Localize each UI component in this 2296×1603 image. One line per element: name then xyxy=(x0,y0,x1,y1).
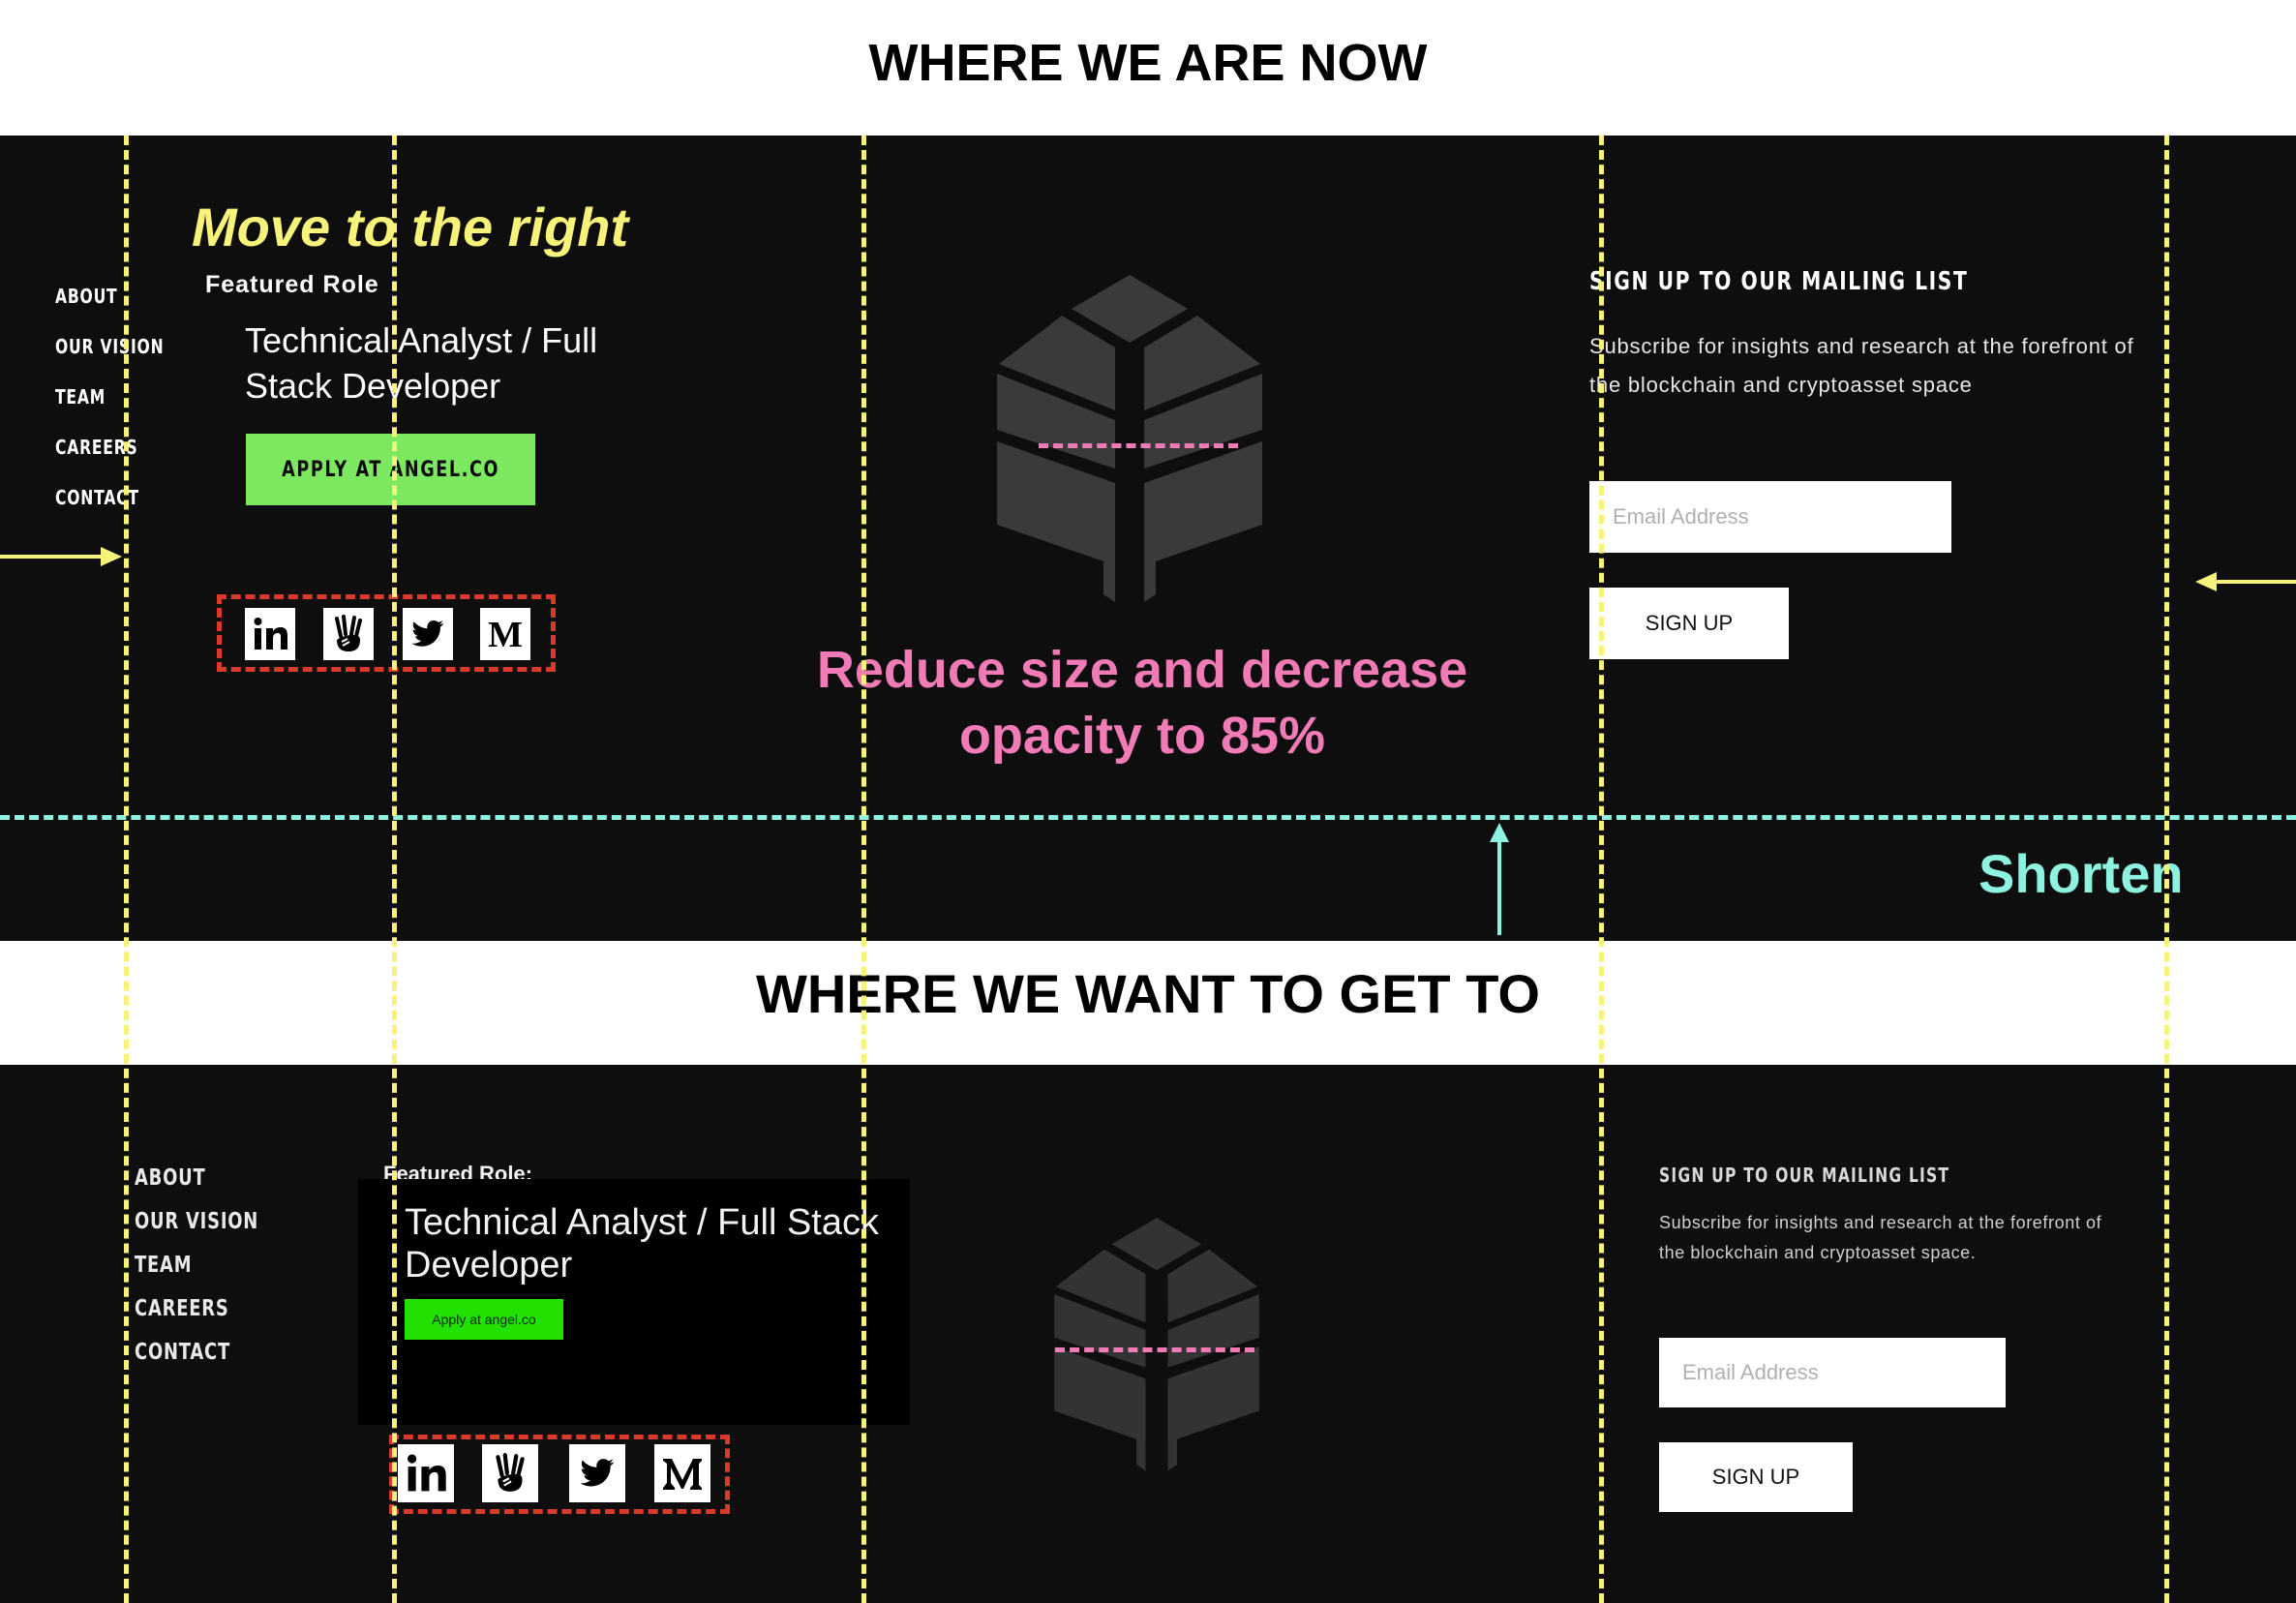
apply-at-angel-button[interactable]: APPLY AT ANGEL.CO xyxy=(246,434,535,505)
nav-link-team[interactable]: TEAM xyxy=(55,372,164,422)
target-footer-nav: ABOUT OUR VISION TEAM CAREERS CONTACT xyxy=(135,1157,293,1375)
mailing-list-title: SIGN UP TO OUR MAILING LIST xyxy=(1589,267,1969,296)
guide-line-vertical-1 xyxy=(124,136,129,1603)
guide-line-vertical-3 xyxy=(861,136,866,1603)
annotation-shorten: Shorten xyxy=(1979,843,2184,904)
featured-role-title-line-1: Technical Analyst / Full xyxy=(245,320,598,360)
target-mailing-list-description-line-1: Subscribe for insights and research at t… xyxy=(1659,1213,2102,1232)
target-featured-role-title: Technical Analyst / Full Stack Developer xyxy=(405,1201,879,1286)
heading-where-we-want-to-get-to: WHERE WE WANT TO GET TO xyxy=(756,963,1540,1024)
target-mailing-list-description-line-2: the blockchain and cryptoasset space. xyxy=(1659,1243,1977,1262)
nav-link-contact[interactable]: CONTACT xyxy=(55,472,164,523)
arrow-right-icon xyxy=(0,547,122,566)
target-featured-role-title-line-2: Developer xyxy=(405,1245,573,1285)
current-footer-panel: ABOUT OUR VISION TEAM CAREERS CONTACT Fe… xyxy=(0,136,2296,941)
sign-up-button[interactable]: SIGN UP xyxy=(1589,588,1789,659)
mailing-list-description-line-2: the blockchain and cryptoasset space xyxy=(1589,373,1973,397)
target-logo-size-guide-line xyxy=(1055,1347,1254,1352)
apply-at-angel-label: APPLY AT ANGEL.CO xyxy=(282,457,499,482)
mailing-list-description-line-1: Subscribe for insights and research at t… xyxy=(1589,334,2134,358)
annotation-reduce-size: Reduce size and decrease opacity to 85% xyxy=(736,637,1549,769)
target-apply-at-angel-label: Apply at angel.co xyxy=(432,1312,536,1327)
featured-role-label: Featured Role xyxy=(205,271,379,298)
target-apply-at-angel-button[interactable]: Apply at angel.co xyxy=(405,1299,563,1340)
target-nav-link-our-vision[interactable]: OUR VISION xyxy=(135,1200,258,1244)
target-nav-link-about[interactable]: ABOUT xyxy=(135,1157,258,1200)
target-nav-link-team[interactable]: TEAM xyxy=(135,1244,258,1287)
mailing-list-description: Subscribe for insights and research at t… xyxy=(1589,327,2134,405)
nav-link-about[interactable]: ABOUT xyxy=(55,271,164,321)
annotation-move-to-right: Move to the right xyxy=(192,197,629,257)
sign-up-label: SIGN UP xyxy=(1645,611,1734,635)
arrow-left-icon xyxy=(2195,572,2296,591)
logo-cube-icon xyxy=(997,275,1262,602)
guide-line-vertical-5 xyxy=(2164,136,2169,1603)
nav-link-our-vision[interactable]: OUR VISION xyxy=(55,321,164,372)
guide-line-vertical-4 xyxy=(1599,136,1604,1603)
heading-where-we-are-now: WHERE WE ARE NOW xyxy=(868,34,1428,92)
arrow-up-icon xyxy=(1490,823,1509,935)
featured-role-title-line-2: Stack Developer xyxy=(245,366,501,406)
target-nav-link-contact[interactable]: CONTACT xyxy=(135,1331,258,1375)
nav-link-careers[interactable]: CAREERS xyxy=(55,422,164,472)
target-mailing-list-title: SIGN UP TO OUR MAILING LIST xyxy=(1659,1164,1950,1187)
logo-size-guide-line xyxy=(1039,443,1238,448)
target-footer-panel: ABOUT OUR VISION TEAM CAREERS CONTACT Fe… xyxy=(0,1065,2296,1603)
target-logo-cube-icon xyxy=(1054,1218,1259,1471)
featured-role-title: Technical Analyst / Full Stack Developer xyxy=(245,318,597,408)
annotation-reduce-size-line-2: opacity to 85% xyxy=(958,707,1326,765)
annotation-reduce-size-line-1: Reduce size and decrease xyxy=(816,641,1468,699)
target-featured-role-title-line-1: Technical Analyst / Full Stack xyxy=(405,1202,879,1243)
guide-line-vertical-2 xyxy=(392,136,397,1603)
target-nav-link-careers[interactable]: CAREERS xyxy=(135,1287,258,1331)
target-mailing-list-description: Subscribe for insights and research at t… xyxy=(1659,1208,2101,1268)
target-sign-up-label: SIGN UP xyxy=(1711,1465,1800,1489)
social-icons-highlight-box xyxy=(217,594,556,672)
target-email-address-input[interactable] xyxy=(1659,1338,2006,1407)
target-sign-up-button[interactable]: SIGN UP xyxy=(1659,1442,1853,1512)
email-address-input[interactable] xyxy=(1589,481,1951,553)
shorten-guide-line xyxy=(0,815,2296,820)
target-social-icons-highlight-box xyxy=(389,1435,730,1514)
